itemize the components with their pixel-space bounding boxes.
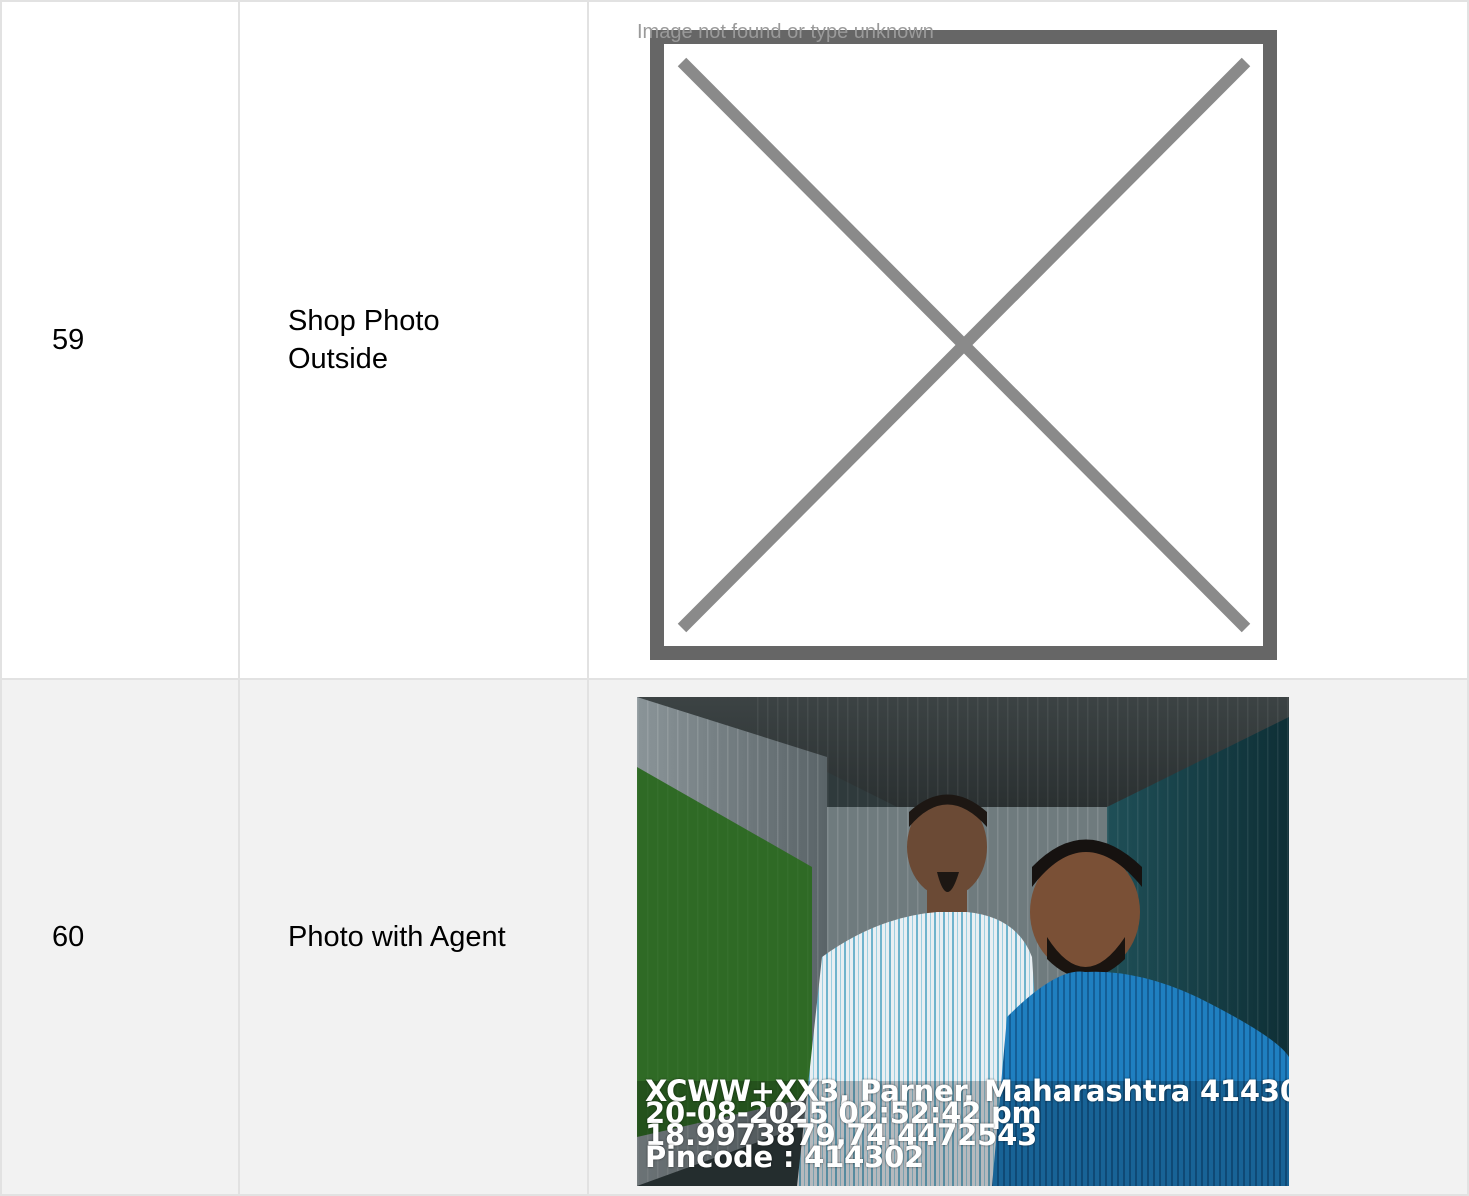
photo-geo-stamp: XCWW+XX3, Parner, Maharashtra 414302 20-… [645, 1077, 1289, 1172]
table-row: 60 Photo with Agent XCWW+XX3, Parner, Ma… [0, 678, 1469, 1196]
table-row: 59 Shop Photo Outside Image not found or… [0, 0, 1469, 680]
broken-image-placeholder: Image not found or type unknown [637, 18, 1279, 660]
image-alt-text: Image not found or type unknown [637, 21, 934, 43]
image-cell: XCWW+XX3, Parner, Maharashtra 414302 20-… [587, 678, 1469, 1196]
agent-photo: XCWW+XX3, Parner, Maharashtra 414302 20-… [637, 697, 1289, 1186]
image-cell: Image not found or type unknown [587, 0, 1469, 680]
row-number: 60 [0, 678, 240, 1196]
broken-image-x-icon [650, 30, 1277, 660]
row-number: 59 [0, 0, 240, 680]
photo-table: 59 Shop Photo Outside Image not found or… [0, 0, 1469, 1196]
row-label: Photo with Agent [288, 921, 506, 953]
row-label-cell: Photo with Agent [238, 678, 589, 1196]
row-label-cell: Shop Photo Outside [238, 0, 589, 680]
row-label: Shop Photo Outside [288, 305, 440, 375]
